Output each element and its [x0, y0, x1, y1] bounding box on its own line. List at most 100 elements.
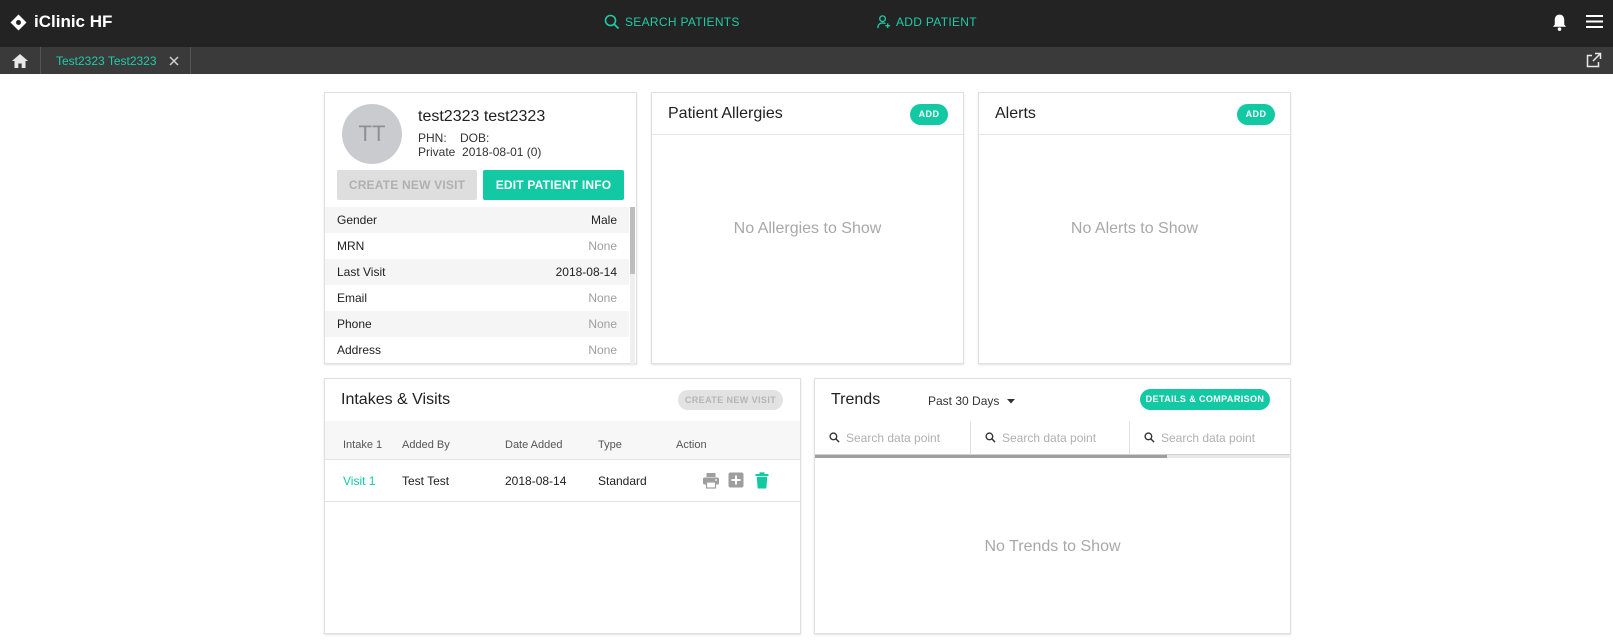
column-header: Action: [676, 439, 707, 451]
patient-summary-card: TT test2323 test2323 PHN: DOB: Private 2…: [324, 92, 637, 364]
visits-table-header: Intake 1 Added By Date Added Type Action: [325, 421, 800, 460]
patient-details-list: Gender Male MRN None Last Visit 2018-08-…: [325, 207, 629, 364]
data-point-search-input[interactable]: [1161, 430, 1271, 445]
details-scrollbar[interactable]: [630, 207, 635, 364]
alerts-empty-state: No Alerts to Show: [1070, 220, 1199, 237]
data-point-search-3: [1130, 421, 1290, 455]
detail-key: Last Visit: [337, 265, 386, 279]
detail-key: MRN: [337, 239, 365, 253]
popout-button[interactable]: [1586, 52, 1602, 73]
table-row: Visit 1 Test Test 2018-08-14 Standard: [325, 460, 800, 502]
date-added-cell: 2018-08-14: [505, 474, 567, 488]
trends-range-value: Past 30 Days: [928, 394, 1000, 408]
patient-coverage-line: Private 2018-08-01 (0): [418, 145, 541, 159]
alerts-title: Alerts: [995, 105, 1036, 122]
detail-row-address: Address None: [325, 337, 629, 363]
search-icon: [1144, 432, 1155, 443]
app-brand[interactable]: iClinic HF: [10, 12, 112, 32]
print-button[interactable]: [702, 472, 720, 494]
data-point-search-input[interactable]: [1002, 430, 1112, 445]
chevron-down-icon: [1007, 399, 1016, 404]
trends-title: Trends: [831, 391, 881, 408]
home-icon: [12, 53, 28, 68]
type-cell: Standard: [598, 474, 647, 488]
column-header: Type: [598, 439, 622, 451]
top-app-bar: iClinic HF SEARCH PATIENTS ADD PATIENT: [0, 0, 1613, 47]
detail-row-gender: Gender Male: [325, 207, 629, 233]
added-by-cell: Test Test: [402, 474, 450, 488]
column-header: Intake 1: [343, 439, 383, 451]
column-header: Added By: [402, 439, 450, 451]
visit-link[interactable]: Visit 1: [343, 474, 375, 488]
allergies-empty-state: No Allergies to Show: [733, 220, 882, 237]
edit-patient-info-button[interactable]: EDIT PATIENT INFO: [483, 170, 624, 200]
home-tab[interactable]: [0, 47, 41, 74]
visits-header: Intakes & Visits CREATE NEW VISIT: [325, 379, 800, 421]
tab-patient-label: Test2323 Test2323: [56, 53, 157, 68]
bell-icon: [1552, 14, 1567, 31]
dob-value: 2018-08-01 (0): [462, 145, 542, 159]
alerts-header: Alerts ADD: [979, 93, 1290, 135]
dob-label: DOB:: [460, 131, 490, 145]
add-intake-button[interactable]: [728, 472, 744, 493]
trends-header: Trends Past 30 Days DETAILS & COMPARISON: [815, 379, 1290, 421]
allergies-card: Patient Allergies ADD No Allergies to Sh…: [651, 92, 964, 364]
delete-visit-button[interactable]: [755, 472, 769, 494]
search-patients-link[interactable]: SEARCH PATIENTS: [604, 14, 740, 30]
tab-bar: Test2323 Test2323: [0, 47, 1613, 74]
close-tab-button[interactable]: [168, 54, 180, 72]
details-comparison-button[interactable]: DETAILS & COMPARISON: [1140, 389, 1270, 410]
allergies-header: Patient Allergies ADD: [652, 93, 963, 135]
detail-row-last-visit: Last Visit 2018-08-14: [325, 259, 629, 285]
avatar: TT: [342, 104, 402, 164]
scrollbar-thumb[interactable]: [630, 207, 635, 274]
tab-patient[interactable]: Test2323 Test2323: [42, 47, 191, 74]
add-patient-link[interactable]: ADD PATIENT: [876, 14, 977, 29]
detail-key: Gender: [337, 213, 378, 227]
logo-icon: [10, 13, 27, 31]
add-allergy-button[interactable]: ADD: [910, 104, 948, 125]
trends-empty-state: No Trends to Show: [984, 538, 1121, 555]
menu-button[interactable]: [1586, 14, 1603, 34]
detail-key: Address: [337, 343, 382, 357]
detail-value: None: [588, 317, 617, 331]
detail-value: None: [588, 291, 617, 305]
trash-icon: [755, 472, 769, 489]
intakes-visits-card: Intakes & Visits CREATE NEW VISIT Intake…: [324, 378, 801, 634]
allergies-title: Patient Allergies: [668, 105, 783, 122]
data-point-search-input[interactable]: [846, 430, 956, 445]
notifications-button[interactable]: [1551, 13, 1568, 37]
detail-row-mrn: MRN None: [325, 233, 629, 259]
menu-icon: [1586, 15, 1603, 28]
trends-progress-bar: [815, 455, 1290, 458]
data-point-search-2: [971, 421, 1130, 455]
detail-key: Email: [337, 291, 368, 305]
search-icon: [829, 432, 840, 443]
search-icon: [604, 14, 620, 30]
popout-icon: [1586, 52, 1602, 68]
detail-value: None: [588, 239, 617, 253]
alerts-card: Alerts ADD No Alerts to Show: [978, 92, 1291, 364]
column-header: Date Added: [505, 439, 563, 451]
detail-key: Phone: [337, 317, 372, 331]
visits-create-new-visit-button[interactable]: CREATE NEW VISIT: [678, 390, 783, 410]
detail-row-phone: Phone None: [325, 311, 629, 337]
detail-value: Male: [590, 213, 617, 227]
detail-value: None: [588, 343, 617, 357]
close-icon: [169, 56, 179, 66]
add-person-icon: [877, 15, 891, 29]
visits-title: Intakes & Visits: [341, 391, 451, 408]
detail-row-email: Email None: [325, 285, 629, 311]
search-icon: [985, 432, 996, 443]
trends-progress-fill: [815, 455, 1167, 458]
patient-id-line: PHN: DOB:: [418, 131, 489, 145]
detail-value: 2018-08-14: [555, 265, 617, 279]
add-alert-button[interactable]: ADD: [1237, 104, 1275, 125]
create-new-visit-button[interactable]: CREATE NEW VISIT: [337, 170, 477, 200]
patient-name: test2323 test2323: [418, 108, 546, 125]
app-title: iClinic HF: [34, 12, 113, 31]
print-icon: [703, 473, 719, 489]
search-patients-label: SEARCH PATIENTS: [625, 15, 740, 29]
add-box-icon: [728, 472, 744, 488]
trends-range-select[interactable]: Past 30 Days: [928, 394, 1017, 408]
